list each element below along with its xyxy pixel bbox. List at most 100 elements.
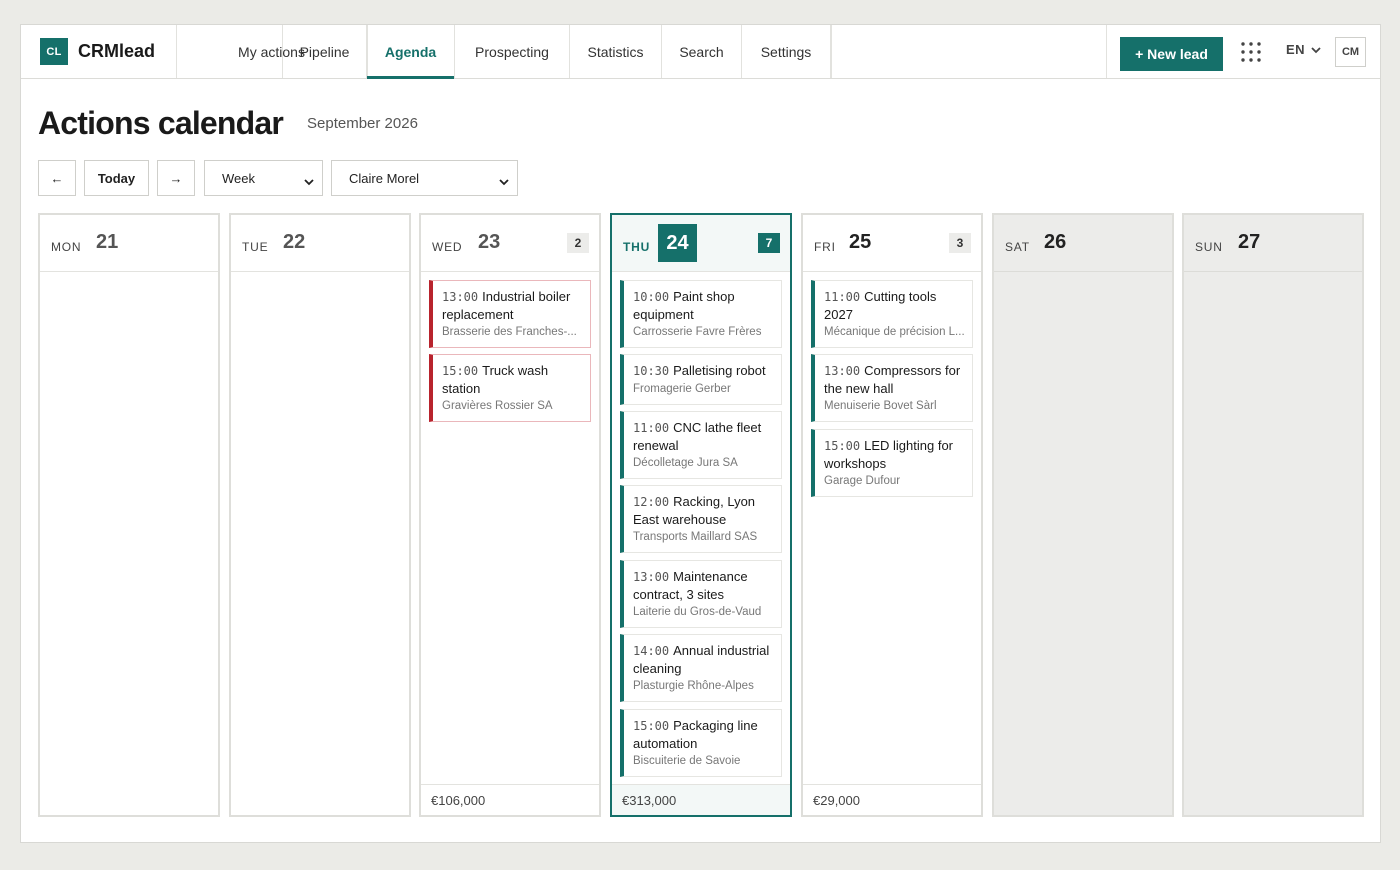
tab-pipeline[interactable]: Pipeline bbox=[283, 25, 367, 78]
day-header: TUE 22 bbox=[231, 215, 409, 272]
event-company: Biscuiterie de Savoie bbox=[633, 755, 741, 767]
language-selector[interactable]: EN bbox=[1286, 42, 1321, 57]
next-week-button[interactable]: → bbox=[157, 160, 195, 196]
language-label: EN bbox=[1286, 42, 1306, 57]
view-select[interactable]: Week bbox=[204, 160, 323, 196]
tab-statistics[interactable]: Statistics bbox=[570, 25, 662, 78]
day-number: 26 bbox=[1044, 231, 1067, 253]
event-title: 15:00 Packaging line automation bbox=[633, 717, 775, 752]
day-name: TUE bbox=[242, 240, 269, 254]
tab-my-actions-cell bbox=[177, 25, 283, 78]
day-number: 23 bbox=[478, 231, 501, 253]
arrow-right-icon: → bbox=[169, 170, 183, 186]
event-company: Décolletage Jura SA bbox=[633, 457, 738, 469]
event-card[interactable]: 11:00 Cutting tools 2027 Mécanique de pré… bbox=[811, 280, 973, 348]
day-number: 27 bbox=[1238, 231, 1261, 253]
event-title: 15:00 LED lighting for workshops bbox=[824, 437, 966, 472]
nav-actions-divider bbox=[1106, 25, 1107, 78]
event-label: Palletising robot bbox=[673, 363, 766, 378]
tab-search[interactable]: Search bbox=[662, 25, 742, 78]
event-title: 10:30 Palletising robot bbox=[633, 362, 775, 380]
new-lead-button[interactable]: + New lead bbox=[1120, 37, 1223, 71]
day-name: SAT bbox=[1005, 240, 1030, 254]
day-name: THU bbox=[623, 240, 651, 254]
event-card[interactable]: 12:00 Racking, Lyon East warehouse Transp… bbox=[620, 485, 782, 553]
nav-end-divider bbox=[831, 25, 832, 78]
day-header: THU 24 7 bbox=[612, 215, 790, 272]
brand[interactable]: CL CRMlead bbox=[21, 25, 177, 78]
event-company: Gravières Rossier SA bbox=[442, 400, 553, 412]
event-title: 11:00 Cutting tools 2027 bbox=[824, 288, 966, 323]
day-column-tue[interactable]: TUE 22 bbox=[229, 213, 411, 817]
day-header: MON 21 bbox=[40, 215, 218, 272]
event-company: Laiterie du Gros-de-Vaud bbox=[633, 606, 762, 618]
event-company: Plasturgie Rhône-Alpes bbox=[633, 680, 754, 692]
day-column-mon[interactable]: MON 21 bbox=[38, 213, 220, 817]
event-company: Fromagerie Gerber bbox=[633, 383, 731, 395]
event-time: 10:30 bbox=[633, 364, 670, 378]
chevron-down-icon bbox=[499, 174, 509, 189]
page-subtitle: September 2026 bbox=[307, 115, 418, 132]
event-time: 12:00 bbox=[633, 495, 670, 509]
event-card[interactable]: 13:00 Maintenance contract, 3 sites Laite… bbox=[620, 560, 782, 628]
event-time: 11:00 bbox=[824, 290, 861, 304]
user-select-value: Claire Morel bbox=[349, 170, 420, 186]
event-title: 13:00 Industrial boiler replacement bbox=[442, 288, 584, 323]
day-column-sat[interactable]: SAT 26 bbox=[992, 213, 1174, 817]
day-total: €313,000 bbox=[612, 784, 790, 815]
event-time: 13:00 bbox=[633, 570, 670, 584]
event-card[interactable]: 15:00 Packaging line automation Biscuiter… bbox=[620, 709, 782, 777]
event-title: 14:00 Annual industrial cleaning bbox=[633, 642, 775, 677]
brand-logo: CL bbox=[40, 38, 68, 65]
event-title: 11:00 CNC lathe fleet renewal bbox=[633, 419, 775, 454]
day-number: 25 bbox=[849, 231, 872, 253]
day-total: €106,000 bbox=[421, 784, 599, 815]
event-time: 15:00 bbox=[442, 364, 479, 378]
user-select[interactable]: Claire Morel bbox=[331, 160, 518, 196]
chevron-down-icon bbox=[1311, 42, 1321, 57]
user-avatar[interactable]: CM bbox=[1335, 37, 1366, 67]
day-header: SAT 26 bbox=[994, 215, 1172, 272]
event-time: 14:00 bbox=[633, 644, 670, 658]
event-company: Carrosserie Favre Frères bbox=[633, 326, 762, 338]
today-button[interactable]: Today bbox=[84, 160, 149, 196]
top-nav: CL CRMlead My actions Pipeline Agenda Pr… bbox=[21, 25, 1380, 79]
event-title: 15:00 Truck wash station bbox=[442, 362, 584, 397]
tab-prospecting[interactable]: Prospecting bbox=[455, 25, 570, 78]
event-count-badge: 7 bbox=[758, 233, 780, 253]
day-total: €29,000 bbox=[803, 784, 981, 815]
day-name: SUN bbox=[1195, 240, 1223, 254]
event-title: 13:00 Maintenance contract, 3 sites bbox=[633, 568, 775, 603]
event-company: Transports Maillard SAS bbox=[633, 531, 758, 543]
event-count-badge: 2 bbox=[567, 233, 589, 253]
event-card[interactable]: 15:00 LED lighting for workshops Garage D… bbox=[811, 429, 973, 497]
event-count-badge: 3 bbox=[949, 233, 971, 253]
event-company: Brasserie des Franches-... bbox=[442, 326, 577, 338]
tab-settings[interactable]: Settings bbox=[742, 25, 831, 78]
event-card[interactable]: 13:00 Compressors for the new hall Menuis… bbox=[811, 354, 973, 422]
day-header: SUN 27 bbox=[1184, 215, 1362, 272]
view-select-value: Week bbox=[222, 170, 255, 186]
event-time: 11:00 bbox=[633, 421, 670, 435]
page-title: Actions calendar bbox=[38, 105, 284, 141]
event-time: 10:00 bbox=[633, 290, 670, 304]
day-number: 21 bbox=[96, 231, 119, 253]
day-header: FRI 25 3 bbox=[803, 215, 981, 272]
day-name: FRI bbox=[814, 240, 836, 254]
event-card[interactable]: 10:30 Palletising robot Fromagerie Gerber bbox=[620, 354, 782, 405]
prev-week-button[interactable]: ← bbox=[38, 160, 76, 196]
day-column-thu[interactable]: THU 24 7 10:00 Paint shop equipment Carro… bbox=[610, 213, 792, 817]
event-card[interactable]: 10:00 Paint shop equipment Carrosserie Fa… bbox=[620, 280, 782, 348]
day-number-today: 24 bbox=[658, 224, 697, 262]
day-number: 22 bbox=[283, 231, 306, 253]
tab-agenda[interactable]: Agenda bbox=[367, 25, 455, 79]
event-time: 13:00 bbox=[824, 364, 861, 378]
apps-grid-icon[interactable] bbox=[1240, 41, 1262, 63]
day-column-wed[interactable]: WED 23 2 13:00 Industrial boiler replacem… bbox=[419, 213, 601, 817]
event-card[interactable]: 13:00 Industrial boiler replacement Brass… bbox=[429, 280, 591, 348]
day-column-fri[interactable]: FRI 25 3 11:00 Cutting tools 2027 Mécaniq… bbox=[801, 213, 983, 817]
event-card[interactable]: 15:00 Truck wash station Gravières Rossie… bbox=[429, 354, 591, 422]
event-card[interactable]: 14:00 Annual industrial cleaning Plasturg… bbox=[620, 634, 782, 702]
event-card[interactable]: 11:00 CNC lathe fleet renewal Décolletage… bbox=[620, 411, 782, 479]
day-column-sun[interactable]: SUN 27 bbox=[1182, 213, 1364, 817]
